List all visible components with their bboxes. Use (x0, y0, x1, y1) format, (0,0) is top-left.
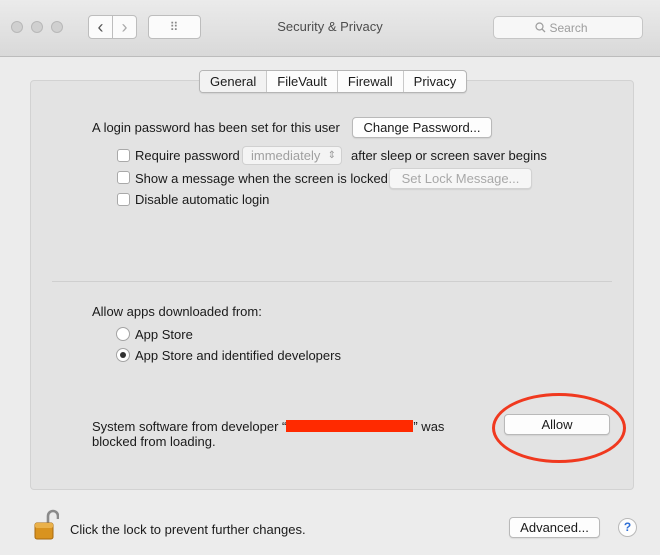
radio-identified-developers[interactable] (116, 348, 130, 362)
radio-app-store[interactable] (116, 327, 130, 341)
blocked-text-before: System software from developer “ (92, 419, 287, 434)
tab-firewall[interactable]: Firewall (336, 71, 403, 92)
advanced-button[interactable]: Advanced... (509, 517, 600, 538)
show-message-checkbox[interactable] (117, 171, 130, 184)
annotation-circle (492, 393, 626, 463)
unlocked-padlock-icon[interactable] (33, 509, 59, 541)
require-password-suffix: after sleep or screen saver begins (351, 148, 547, 163)
tab-filevault[interactable]: FileVault (266, 71, 337, 92)
downloads-heading: Allow apps downloaded from: (92, 304, 262, 319)
disable-auto-login-checkbox[interactable] (117, 193, 130, 206)
require-password-delay-select[interactable]: immediately ⇕ (242, 146, 342, 165)
search-field[interactable] (493, 16, 643, 39)
radio-app-store-label: App Store (135, 327, 193, 342)
require-password-label: Require password (135, 148, 240, 163)
help-button[interactable]: ? (618, 518, 637, 537)
blocked-software-message: System software from developer “ ” was (92, 419, 444, 434)
tab-privacy[interactable]: Privacy (402, 71, 467, 92)
search-icon (534, 22, 545, 33)
title-bar: ‹ › ⠿ Security & Privacy (0, 0, 660, 57)
require-password-delay-value: immediately (251, 148, 321, 163)
set-lock-message-button[interactable]: Set Lock Message... (389, 168, 532, 189)
tab-general[interactable]: General (200, 71, 267, 92)
redacted-developer-name (286, 420, 414, 432)
lock-instruction: Click the lock to prevent further change… (70, 522, 306, 537)
require-password-checkbox[interactable] (117, 149, 130, 162)
show-message-label: Show a message when the screen is locked (135, 171, 388, 186)
blocked-text-line2: blocked from loading. (92, 434, 216, 449)
blocked-text-after: ” was (413, 419, 445, 434)
chevron-updown-icon: ⇕ (327, 150, 336, 161)
search-input[interactable] (549, 20, 602, 35)
tab-bar: General FileVault Firewall Privacy (199, 70, 468, 93)
radio-identified-developers-label: App Store and identified developers (135, 348, 341, 363)
login-password-text: A login password has been set for this u… (92, 120, 340, 135)
change-password-button[interactable]: Change Password... (352, 117, 492, 138)
disable-auto-login-label: Disable automatic login (135, 192, 270, 207)
section-divider (52, 281, 612, 282)
